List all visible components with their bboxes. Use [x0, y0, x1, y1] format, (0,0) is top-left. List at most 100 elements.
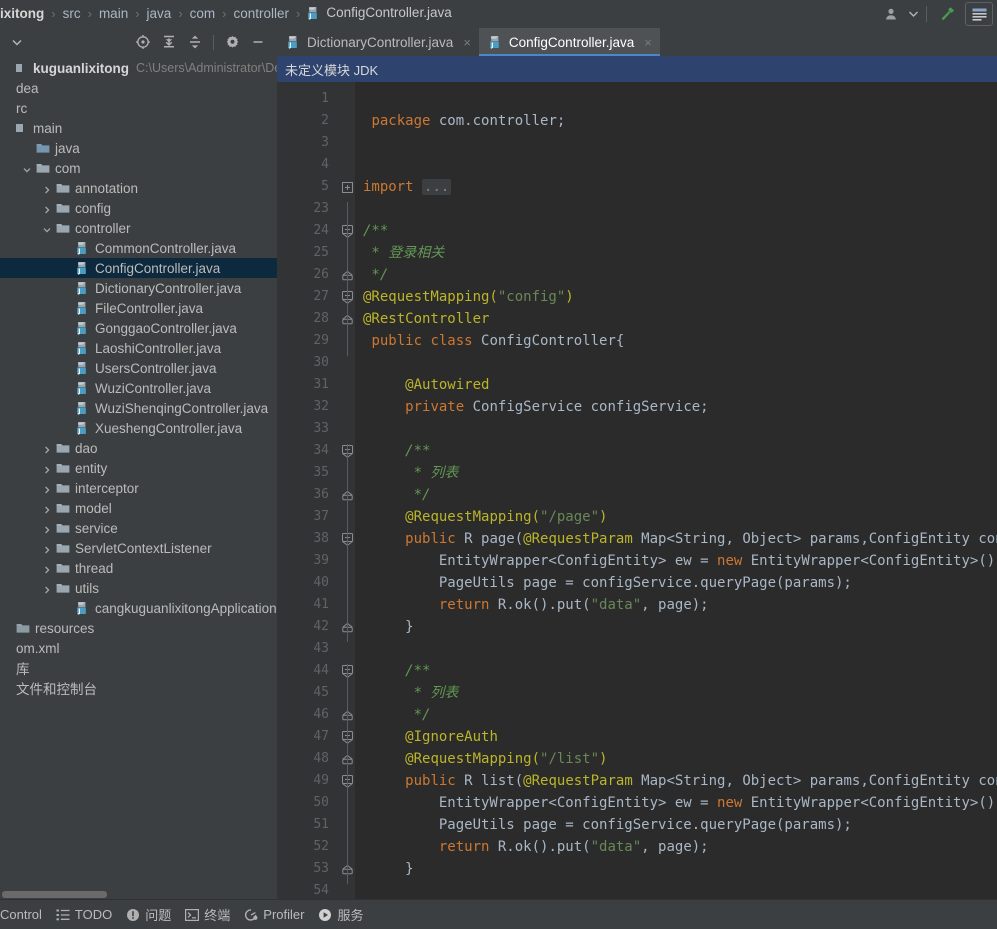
code-line[interactable]: @Autowired	[355, 374, 997, 396]
editor-tab-0[interactable]: J DictionaryController.java ×	[277, 28, 479, 56]
breadcrumb-item-1[interactable]: src	[63, 0, 81, 28]
hammer-icon[interactable]	[933, 2, 961, 26]
tree-item[interactable]: J GonggaoController.java	[0, 318, 277, 338]
code-line[interactable]: private ConfigService configService;	[355, 396, 997, 418]
status-bar-item-0[interactable]: Control	[0, 900, 53, 929]
tree-item[interactable]: com	[0, 158, 277, 178]
user-avatar-icon[interactable]	[878, 2, 906, 26]
breadcrumb-item-0[interactable]: ixitong	[0, 0, 44, 28]
tree-item[interactable]: 库	[0, 658, 277, 678]
code-line[interactable]: */	[355, 704, 997, 726]
source-code[interactable]: package com.controller; import ... /** *…	[355, 82, 997, 899]
code-line[interactable]	[355, 198, 997, 220]
tree-item[interactable]: JcangkuguanlixitongApplication.java	[0, 598, 277, 618]
chevron-right-icon[interactable]	[42, 183, 53, 194]
code-line[interactable]: /**	[355, 220, 997, 242]
status-bar-item-3[interactable]: 终端	[182, 900, 241, 929]
code-line[interactable]: return R.ok().put("data", page);	[355, 594, 997, 616]
breadcrumb-item-6[interactable]: J ConfigController.java	[307, 0, 452, 30]
tree-item[interactable]: om.xml	[0, 638, 277, 658]
code-line[interactable]	[355, 638, 997, 660]
code-line[interactable]	[355, 352, 997, 374]
code-line[interactable]: }	[355, 616, 997, 638]
code-line[interactable]: PageUtils page = configService.queryPage…	[355, 572, 997, 594]
chevron-right-icon[interactable]	[42, 203, 53, 214]
close-icon[interactable]: ×	[463, 35, 471, 50]
code-line[interactable]	[355, 418, 997, 440]
chevron-right-icon[interactable]	[42, 483, 53, 494]
collapse-all-icon[interactable]	[182, 31, 208, 53]
status-bar-item-1[interactable]: TODO	[53, 900, 123, 929]
tree-item[interactable]: dao	[0, 438, 277, 458]
code-line[interactable]: import ...	[355, 176, 997, 198]
breadcrumb[interactable]: ixitong › src › main › java › com › controller › J Co…	[0, 0, 452, 30]
chevron-right-icon[interactable]	[42, 523, 53, 534]
tree-item[interactable]: ServletContextListener	[0, 538, 277, 558]
code-line[interactable]: * 列表	[355, 462, 997, 484]
code-line[interactable]: * 列表	[355, 682, 997, 704]
tree-item[interactable]: J XueshengController.java	[0, 418, 277, 438]
code-line[interactable]	[355, 88, 997, 110]
status-bar-item-2[interactable]: 问题	[123, 900, 182, 929]
code-line[interactable]	[355, 132, 997, 154]
close-icon[interactable]: ×	[644, 35, 652, 50]
editor-tab-bar[interactable]: J DictionaryController.java × J ConfigContro…	[277, 28, 997, 56]
expand-all-icon[interactable]	[156, 31, 182, 53]
select-opened-file-icon[interactable]	[130, 31, 156, 53]
tree-item[interactable]: service	[0, 518, 277, 538]
fold-toggle-icon[interactable]	[339, 176, 355, 198]
chevron-right-icon[interactable]	[42, 443, 53, 454]
chevron-down-icon[interactable]	[4, 31, 30, 53]
code-folding-gutter[interactable]	[339, 82, 355, 899]
chevron-right-icon[interactable]	[42, 503, 53, 514]
chevron-down-icon[interactable]	[22, 163, 33, 174]
code-line[interactable]	[355, 880, 997, 899]
tree-item[interactable]: resources	[0, 618, 277, 638]
status-bar-item-5[interactable]: 服务	[315, 900, 374, 929]
tree-item[interactable]: J UsersController.java	[0, 358, 277, 378]
code-line[interactable]: @RequestMapping("config")	[355, 286, 997, 308]
chevron-down-icon[interactable]	[906, 2, 920, 26]
tree-item[interactable]: annotation	[0, 178, 277, 198]
tree-item[interactable]: dea	[0, 78, 277, 98]
tree-item[interactable]: controller	[0, 218, 277, 238]
tree-item[interactable]: rc	[0, 98, 277, 118]
tree-item[interactable]: J WuziController.java	[0, 378, 277, 398]
tree-item[interactable]: J WuziShenqingController.java	[0, 398, 277, 418]
tree-item[interactable]: interceptor	[0, 478, 277, 498]
tree-item[interactable]: 文件和控制台	[0, 678, 277, 698]
tree-item[interactable]: J DictionaryController.java	[0, 278, 277, 298]
code-line[interactable]: EntityWrapper<ConfigEntity> ew = new Ent…	[355, 792, 997, 814]
tree-item[interactable]: model	[0, 498, 277, 518]
code-line[interactable]: return R.ok().put("data", page);	[355, 836, 997, 858]
sidebar-horizontal-scrollbar[interactable]	[0, 890, 277, 899]
minimize-icon[interactable]	[245, 31, 271, 53]
tree-item-selected[interactable]: J ConfigController.java	[0, 258, 277, 278]
tree-item[interactable]: J FileController.java	[0, 298, 277, 318]
breadcrumb-item-5[interactable]: controller	[234, 0, 290, 28]
tree-item[interactable]: java	[0, 138, 277, 158]
tree-item[interactable]: J CommonController.java	[0, 238, 277, 258]
code-line[interactable]: @RestController	[355, 308, 997, 330]
code-line[interactable]: public class ConfigController{	[355, 330, 997, 352]
tree-item[interactable]: main	[0, 118, 277, 138]
code-line[interactable]: PageUtils page = configService.queryPage…	[355, 814, 997, 836]
code-line[interactable]: /**	[355, 440, 997, 462]
code-line[interactable]: @IgnoreAuth	[355, 726, 997, 748]
breadcrumb-item-3[interactable]: java	[147, 0, 172, 28]
tree-item[interactable]: kuguanlixitong C:\Users\Administrator\Des…	[0, 58, 277, 78]
code-line[interactable]: */	[355, 264, 997, 286]
code-line[interactable]: EntityWrapper<ConfigEntity> ew = new Ent…	[355, 550, 997, 572]
project-tree[interactable]: kuguanlixitong C:\Users\Administrator\Des…	[0, 56, 277, 899]
tree-item[interactable]: J LaoshiController.java	[0, 338, 277, 358]
breadcrumb-item-2[interactable]: main	[99, 0, 128, 28]
code-line[interactable]: */	[355, 484, 997, 506]
chevron-right-icon[interactable]	[42, 543, 53, 554]
code-line[interactable]: @RequestMapping("/page")	[355, 506, 997, 528]
code-line[interactable]: @RequestMapping("/list")	[355, 748, 997, 770]
jdk-notice-banner[interactable]: 未定义模块 JDK	[277, 56, 997, 82]
code-line[interactable]: }	[355, 858, 997, 880]
code-line[interactable]: public R list(@RequestParam Map<String, …	[355, 770, 997, 792]
code-line[interactable]: public R page(@RequestParam Map<String, …	[355, 528, 997, 550]
tree-item[interactable]: thread	[0, 558, 277, 578]
